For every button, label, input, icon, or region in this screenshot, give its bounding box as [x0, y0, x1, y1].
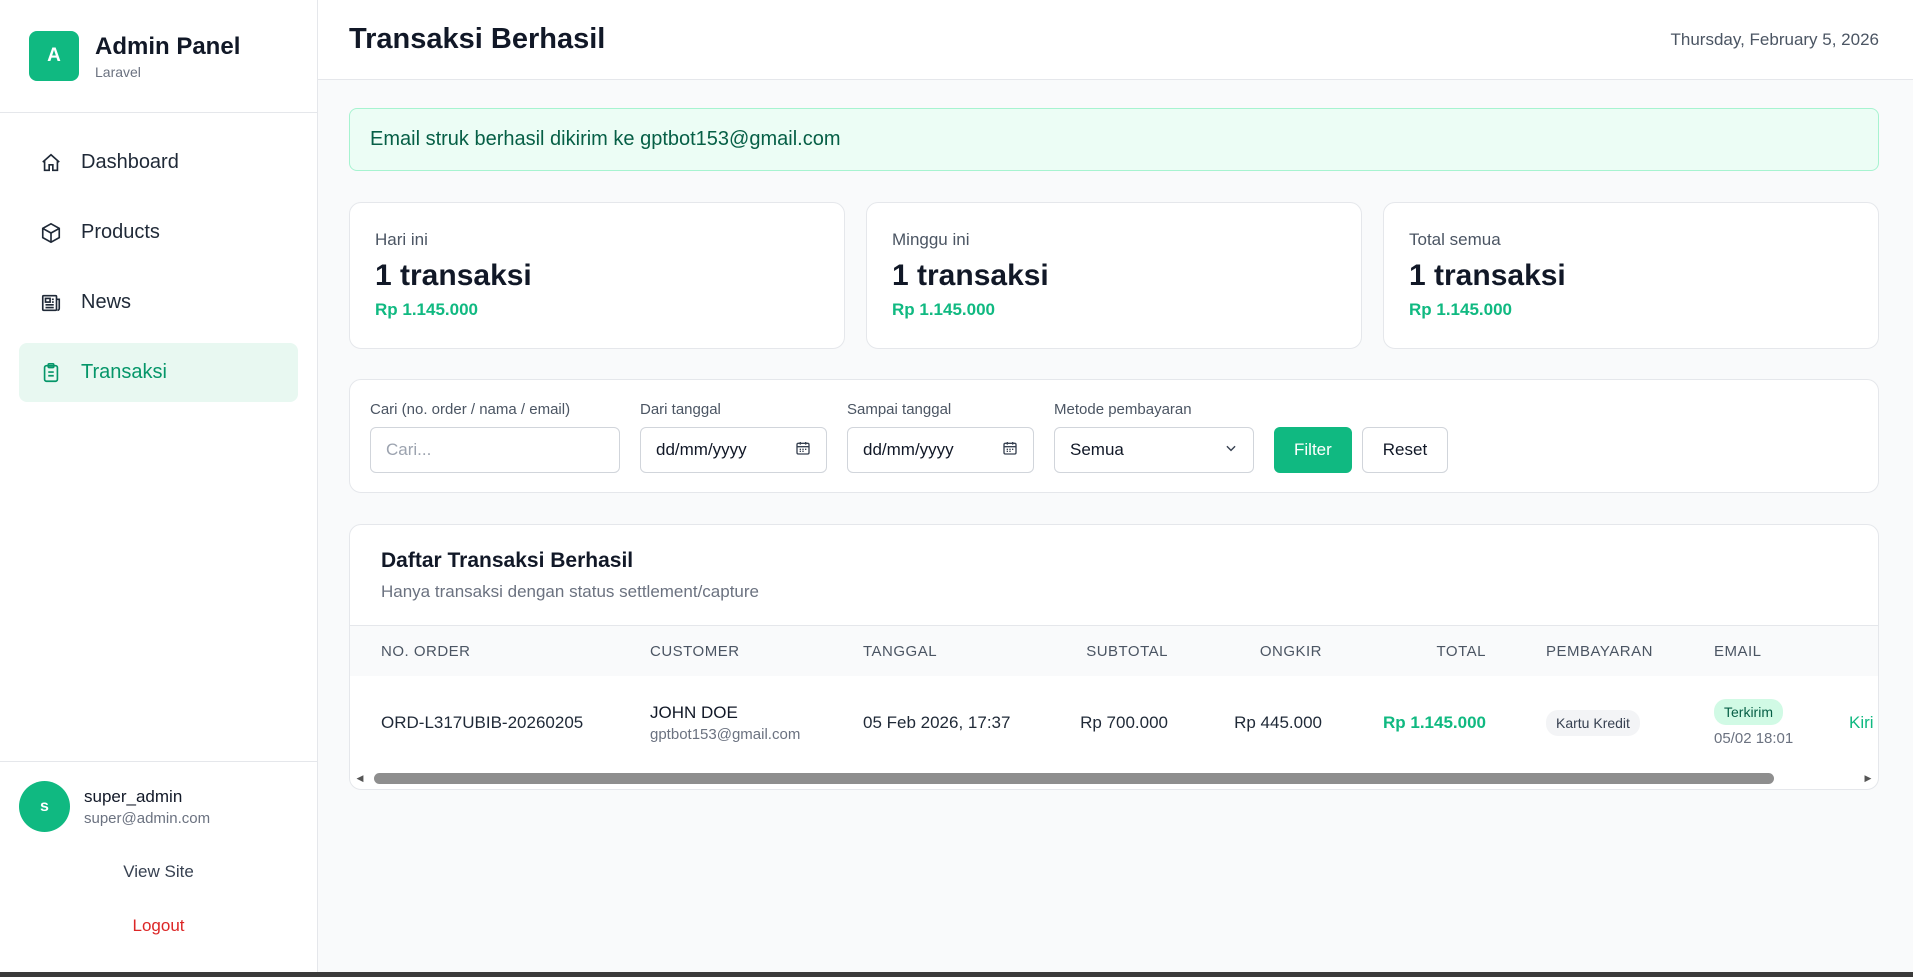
to-date-value: dd/mm/yyyy — [863, 440, 954, 459]
email-status-badge: Terkirim — [1714, 699, 1783, 725]
stat-label: Minggu ini — [892, 230, 970, 249]
page-title: Transaksi Berhasil — [349, 23, 606, 55]
sidebar-item-dashboard[interactable]: Dashboard — [19, 133, 298, 192]
user-name: super_admin — [84, 786, 183, 806]
col-subtotal: SUBTOTAL — [1086, 642, 1168, 660]
brand-title: Admin Panel — [95, 32, 241, 60]
table-header: NO. ORDER CUSTOMER TANGGAL SUBTOTAL ONGK… — [350, 626, 1878, 676]
stat-amount: Rp 1.145.000 — [892, 300, 996, 319]
box-icon — [39, 221, 63, 245]
subtotal: Rp 700.000 — [1080, 713, 1168, 732]
col-payment: PEMBAYARAN — [1546, 642, 1653, 660]
to-date-input[interactable]: dd/mm/yyyy — [847, 427, 1034, 473]
search-input[interactable]: Cari... — [370, 427, 620, 473]
avatar: s — [19, 781, 70, 832]
payment-method-select[interactable]: Semua — [1054, 427, 1254, 473]
topbar: Transaksi Berhasil Thursday, February 5,… — [318, 0, 1913, 80]
sidebar-item-label: Transaksi — [81, 361, 167, 383]
transactions-table-card: Daftar Transaksi Berhasil Hanya transaks… — [349, 524, 1879, 790]
stat-value: 1 transaksi — [375, 259, 532, 292]
sidebar-item-label: News — [81, 291, 132, 313]
stat-amount: Rp 1.145.000 — [375, 300, 479, 319]
scroll-right-icon[interactable]: ▶ — [1858, 773, 1878, 784]
col-date: TANGGAL — [863, 642, 938, 660]
from-date-label: Dari tanggal — [640, 401, 721, 418]
horizontal-scrollbar[interactable]: ◀ ▶ — [350, 768, 1878, 789]
success-alert: Email struk berhasil dikirim ke gptbot15… — [349, 108, 1879, 171]
stat-card-today: Hari ini 1 transaksi Rp 1.145.000 — [349, 202, 845, 349]
sidebar-footer: s super_admin super@admin.com View Site … — [0, 761, 317, 972]
sidebar-item-products[interactable]: Products — [19, 203, 298, 262]
stat-value: 1 transaksi — [892, 259, 1049, 292]
user-profile: s super_admin super@admin.com — [19, 781, 298, 832]
scroll-thumb[interactable] — [374, 773, 1774, 784]
main-content: Transaksi Berhasil Thursday, February 5,… — [318, 0, 1913, 972]
table-row[interactable]: ORD-L317UBIB-20260205 JOHN DOE gptbot153… — [350, 676, 1878, 770]
sidebar-item-label: Dashboard — [81, 151, 179, 173]
order-date: 05 Feb 2026, 17:37 — [863, 713, 1011, 732]
sidebar-item-label: Products — [81, 221, 160, 243]
payment-method-value: Semua — [1070, 440, 1124, 459]
stat-card-total: Total semua 1 transaksi Rp 1.145.000 — [1383, 202, 1879, 349]
home-icon — [39, 151, 63, 175]
from-date-input[interactable]: dd/mm/yyyy — [640, 427, 827, 473]
brand-logo: A — [29, 31, 79, 81]
col-customer: CUSTOMER — [650, 642, 740, 660]
sidebar: A Admin Panel Laravel Dashboard Products — [0, 0, 318, 972]
stat-label: Total semua — [1409, 230, 1501, 249]
stat-card-week: Minggu ini 1 transaksi Rp 1.145.000 — [866, 202, 1362, 349]
brand: A Admin Panel Laravel — [0, 0, 317, 113]
clipboard-icon — [39, 361, 63, 385]
stats-row: Hari ini 1 transaksi Rp 1.145.000 Minggu… — [349, 202, 1879, 349]
sidebar-item-transaksi[interactable]: Transaksi — [19, 343, 298, 402]
calendar-icon[interactable] — [795, 440, 811, 461]
chevron-down-icon — [1224, 440, 1238, 460]
user-email: super@admin.com — [84, 809, 211, 827]
customer-email: gptbot153@gmail.com — [650, 726, 801, 743]
total-amount: Rp 1.145.000 — [1382, 713, 1486, 732]
sidebar-item-news[interactable]: News — [19, 273, 298, 332]
table-subtitle: Hanya transaksi dengan status settlement… — [381, 582, 759, 601]
reset-button[interactable]: Reset — [1361, 427, 1449, 473]
scroll-track[interactable] — [370, 773, 1858, 784]
from-date-value: dd/mm/yyyy — [656, 440, 747, 459]
stat-value: 1 transaksi — [1409, 259, 1566, 292]
stat-label: Hari ini — [375, 230, 428, 249]
stat-amount: Rp 1.145.000 — [1409, 300, 1513, 319]
col-ongkir: ONGKIR — [1259, 642, 1322, 660]
sidebar-nav: Dashboard Products News Transaksi — [0, 113, 317, 761]
logout-button[interactable]: Logout — [19, 916, 298, 936]
scroll-left-icon[interactable]: ◀ — [350, 773, 370, 784]
view-site-link[interactable]: View Site — [19, 862, 298, 882]
brand-subtitle: Laravel — [95, 63, 141, 80]
current-date: Thursday, February 5, 2026 — [1670, 29, 1879, 49]
payment-badge: Kartu Kredit — [1546, 710, 1640, 736]
col-order: NO. ORDER — [381, 642, 471, 660]
order-number: ORD-L317UBIB-20260205 — [381, 713, 584, 732]
email-sent-time: 05/02 18:01 — [1714, 730, 1794, 747]
col-email: EMAIL — [1714, 642, 1762, 660]
to-date-label: Sampai tanggal — [847, 401, 952, 418]
table-title: Daftar Transaksi Berhasil — [381, 549, 634, 572]
calendar-icon[interactable] — [1002, 440, 1018, 461]
search-label: Cari (no. order / nama / email) — [370, 401, 571, 418]
ongkir: Rp 445.000 — [1234, 713, 1322, 732]
app-window: A Admin Panel Laravel Dashboard Products — [0, 0, 1913, 972]
newspaper-icon — [39, 291, 63, 315]
customer-name: JOHN DOE — [650, 703, 738, 722]
payment-method-label: Metode pembayaran — [1054, 401, 1192, 418]
col-total: TOTAL — [1436, 642, 1486, 660]
send-email-link[interactable]: Kiri — [1849, 713, 1874, 733]
filter-button[interactable]: Filter — [1274, 427, 1352, 473]
filter-form: Cari (no. order / nama / email) Cari... … — [349, 379, 1879, 493]
